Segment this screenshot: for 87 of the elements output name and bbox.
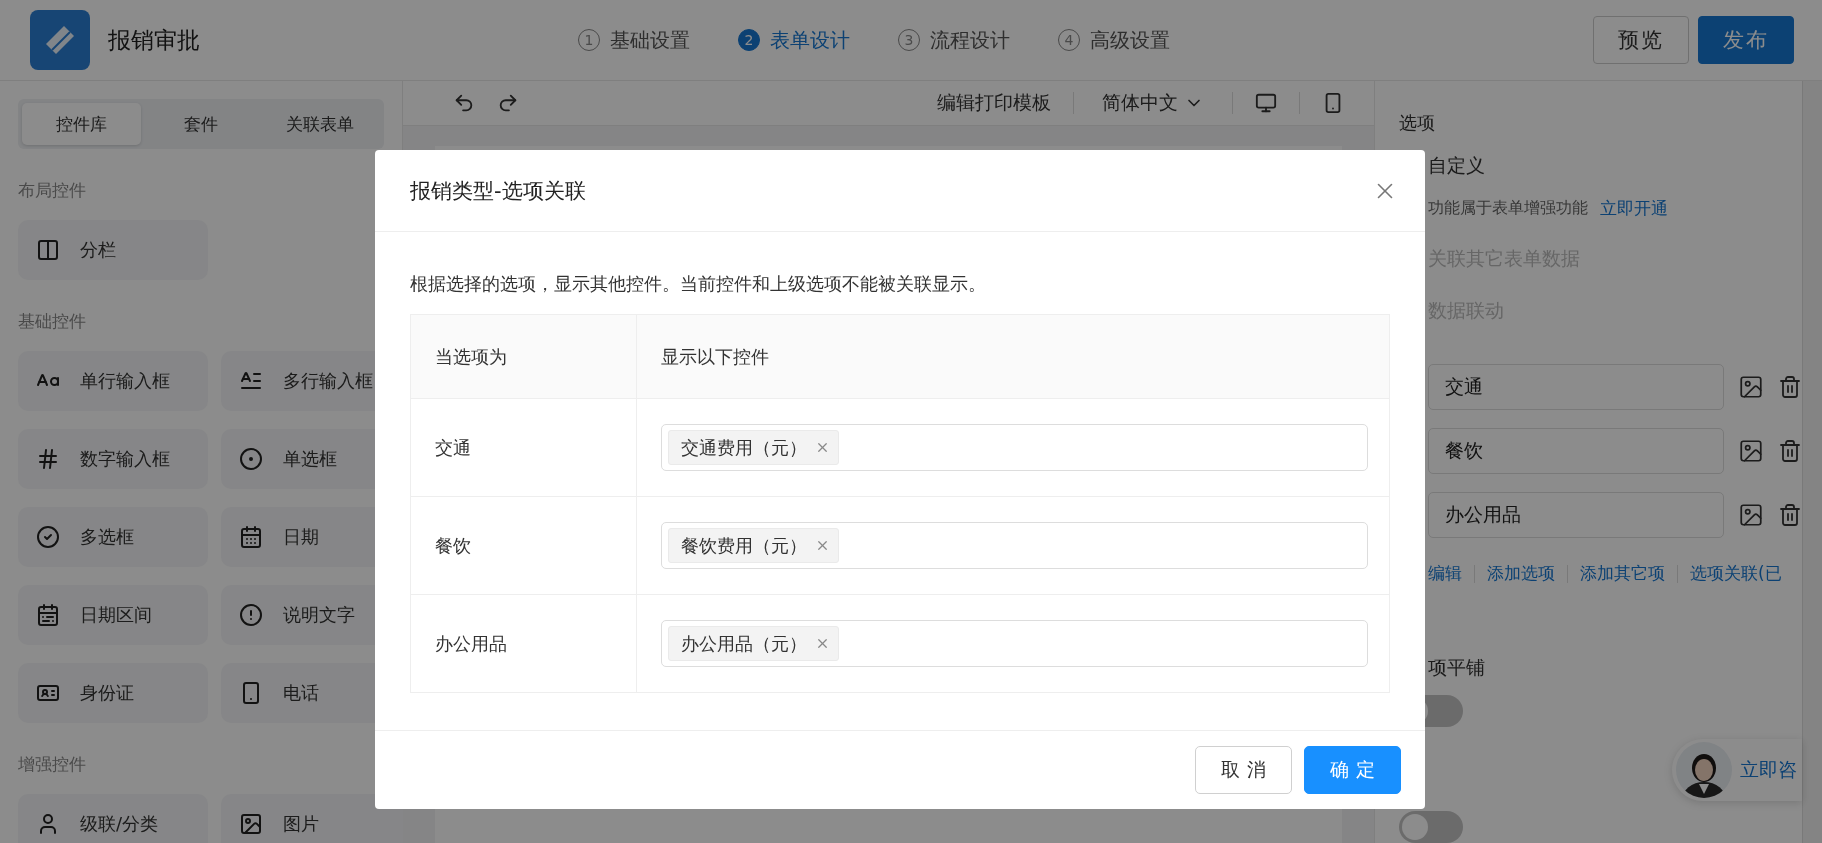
option-field[interactable]: 餐饮 (1428, 428, 1724, 474)
option-link[interactable]: 添加选项 (1487, 562, 1555, 585)
control-select-field[interactable]: 办公用品（元） (661, 620, 1368, 667)
control-item[interactable]: 身份证 (18, 663, 208, 723)
confirm-button[interactable]: 确 定 (1304, 746, 1401, 794)
control-label: 图片 (283, 812, 319, 836)
control-item[interactable]: 日期区间 (18, 585, 208, 645)
upgrade-note: 功能属于表单增强功能 (1428, 198, 1588, 219)
mode-label: 自定义 (1428, 153, 1485, 178)
chat-label: 立即咨 (1740, 757, 1797, 782)
trash-icon[interactable] (1778, 439, 1802, 463)
control-label: 电话 (283, 681, 319, 705)
activate-link[interactable]: 立即开通 (1600, 197, 1668, 220)
toggle-switch[interactable] (1399, 811, 1463, 843)
control-label: 级联/分类 (80, 812, 159, 836)
app-title: 报销审批 (108, 25, 201, 55)
alert-circle-icon (239, 603, 263, 627)
option-link[interactable]: 编辑 (1428, 562, 1462, 585)
dialog-description: 根据选择的选项，显示其他控件。当前控件和上级选项不能被关联显示。 (410, 272, 987, 296)
logo-icon (30, 10, 90, 70)
control-tag: 办公用品（元） (668, 626, 839, 661)
close-icon[interactable] (815, 440, 830, 455)
control-select-field[interactable]: 交通费用（元） (661, 424, 1368, 471)
control-item[interactable]: 级联/分类 (18, 794, 208, 843)
trash-icon[interactable] (1778, 503, 1802, 527)
column-header: 显示以下控件 (661, 344, 769, 369)
radio-icon (239, 447, 263, 471)
control-label: 说明文字 (283, 603, 355, 627)
setting-label: 项平铺 (1428, 655, 1485, 680)
hash-icon (36, 447, 60, 471)
section-title: 增强控件 (18, 753, 87, 776)
control-item[interactable]: 单行输入框 (18, 351, 208, 411)
undo-icon[interactable] (453, 92, 475, 114)
option-link[interactable]: 选项关联(已 (1690, 562, 1782, 585)
control-label: 身份证 (80, 681, 134, 705)
monitor-icon[interactable] (1255, 92, 1277, 114)
step-tab[interactable]: 3 流程设计 (898, 26, 1010, 54)
image-icon[interactable] (1738, 438, 1764, 464)
column-header: 当选项为 (435, 344, 507, 369)
image-icon[interactable] (1738, 374, 1764, 400)
step-tab[interactable]: 1 基础设置 (578, 26, 690, 54)
columns-icon (36, 238, 60, 262)
control-item[interactable]: 分栏 (18, 220, 208, 280)
option-field[interactable]: 办公用品 (1428, 492, 1724, 538)
control-tag: 餐饮费用（元） (668, 528, 839, 563)
print-template-link[interactable]: 编辑打印模板 (937, 90, 1051, 116)
step-tab[interactable]: 4 高级设置 (1058, 26, 1170, 54)
control-label: 日期 (283, 525, 319, 549)
close-icon[interactable] (815, 636, 830, 651)
control-label: 单选框 (283, 447, 337, 471)
control-tag: 交通费用（元） (668, 430, 839, 465)
option-name: 交通 (435, 435, 471, 460)
control-select-field[interactable]: 餐饮费用（元） (661, 522, 1368, 569)
option-link[interactable]: 添加其它项 (1580, 562, 1665, 585)
option-name: 餐饮 (435, 533, 471, 558)
control-label: 分栏 (80, 238, 116, 262)
dialog-title: 报销类型-选项关联 (410, 177, 586, 205)
section-title: 基础控件 (18, 310, 87, 333)
control-label: 日期区间 (80, 603, 152, 627)
step-tab[interactable]: 2 表单设计 (738, 26, 850, 54)
section-title: 布局控件 (18, 179, 87, 202)
option-name: 办公用品 (435, 631, 507, 656)
panel-title: 选项 (1399, 111, 1436, 135)
control-label: 数字输入框 (80, 447, 170, 471)
panel-tab[interactable]: 套件 (141, 103, 261, 145)
language-select[interactable]: 简体中文 (1096, 89, 1210, 117)
trash-icon[interactable] (1778, 375, 1802, 399)
chat-widget[interactable]: 立即咨 (1672, 739, 1802, 801)
control-label: 多选框 (80, 525, 134, 549)
control-label: 单行输入框 (80, 369, 170, 393)
preview-button[interactable]: 预览 (1593, 16, 1689, 64)
image-icon (239, 812, 263, 836)
option-field[interactable]: 交通 (1428, 364, 1724, 410)
control-label: 多行输入框 (283, 369, 373, 393)
check-circle-icon (36, 525, 60, 549)
control-item[interactable]: 数字输入框 (18, 429, 208, 489)
panel-tab[interactable]: 关联表单 (260, 103, 380, 145)
publish-button[interactable]: 发布 (1698, 16, 1794, 64)
redo-icon[interactable] (497, 92, 519, 114)
close-icon[interactable] (815, 538, 830, 553)
calendar-icon (36, 603, 60, 627)
image-icon[interactable] (1738, 502, 1764, 528)
panel-tab[interactable]: 控件库 (22, 103, 142, 145)
cancel-button[interactable]: 取 消 (1195, 746, 1292, 794)
calendar-icon (239, 525, 263, 549)
control-item[interactable]: 多选框 (18, 507, 208, 567)
scrollbar[interactable] (1802, 81, 1822, 843)
